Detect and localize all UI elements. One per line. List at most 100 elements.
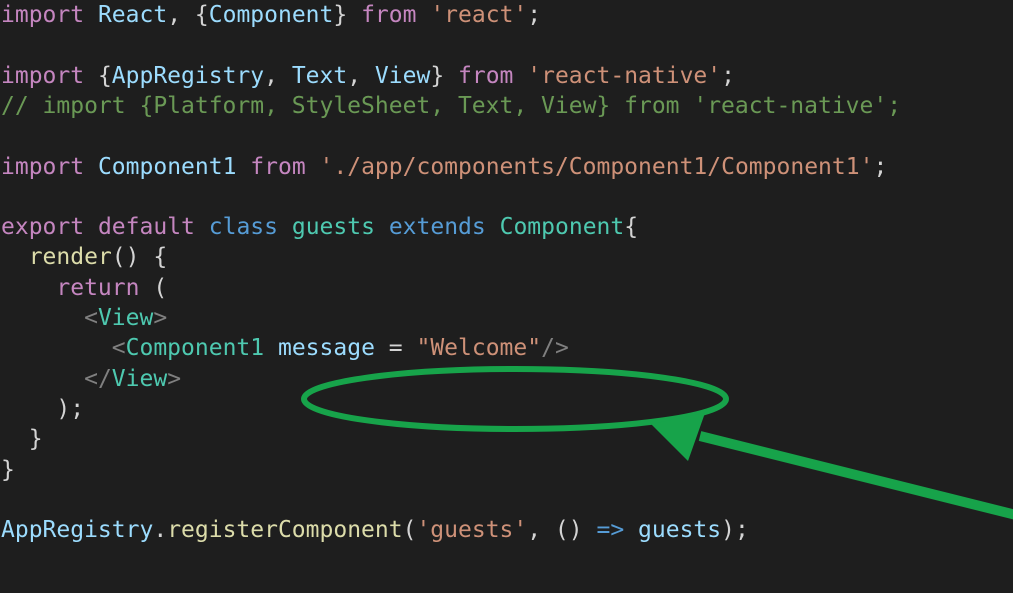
code-token: } [333, 2, 362, 28]
code-line: } [0, 424, 43, 454]
code-token: ; [527, 2, 542, 28]
code-token: return [56, 274, 140, 301]
code-token: extends [388, 214, 486, 241]
code-token: View [111, 365, 168, 392]
code-line: } [0, 455, 15, 485]
code-token: < [84, 305, 98, 331]
code-token: import [1, 62, 85, 89]
code-token: , [264, 62, 292, 89]
code-token: ); [721, 517, 749, 544]
code-token: Component1 [97, 153, 237, 180]
code-token: AppRegistry [111, 62, 265, 89]
code-token: default [97, 214, 195, 241]
code-token: from [361, 2, 417, 28]
code-token: , { [167, 2, 209, 28]
code-token: message [277, 335, 375, 362]
code-token: export [1, 214, 85, 241]
code-token: ; [873, 153, 888, 180]
code-token: ( [139, 274, 168, 301]
code-line: import React, {Component} from 'react'; [0, 0, 541, 30]
code-token: < [111, 335, 126, 362]
code-line: AppRegistry.registerComponent('guests', … [0, 515, 749, 545]
code-line: ); [0, 394, 84, 424]
code-token: } [430, 62, 459, 89]
code-token: { [84, 62, 112, 89]
code-token: . [153, 517, 168, 544]
code-token: = [374, 335, 417, 362]
code-token: () { [111, 244, 168, 271]
code-line: import Component1 from './app/components… [0, 152, 887, 182]
code-token: from [458, 62, 514, 89]
code-token: 'guests' [416, 517, 528, 544]
code-token: guests [638, 517, 722, 544]
code-token: } [1, 456, 15, 483]
code-token: ; [721, 62, 735, 89]
code-token: import [1, 153, 85, 180]
code-token: './app/components/Component1/Component1' [319, 153, 874, 180]
code-token: render [28, 244, 112, 271]
code-line: import {AppRegistry, Text, View} from 'r… [0, 61, 735, 91]
code-token: /> [541, 335, 569, 362]
code-token: ); [1, 395, 85, 422]
code-token: React [97, 2, 168, 28]
code-line: </View> [0, 364, 181, 394]
code-token: Component1 [125, 335, 265, 362]
code-token: 'react-native' [527, 62, 722, 89]
code-token: 'react' [430, 2, 528, 28]
code-token: // import {Platform, StyleSheet, Text, V… [1, 92, 902, 119]
code-line: export default class guests extends Comp… [0, 212, 638, 242]
code-token: guests [291, 214, 375, 241]
code-token: Component [208, 2, 334, 28]
annotation-arrowhead [651, 413, 705, 461]
code-line: render() { [0, 242, 167, 272]
code-line: return ( [0, 273, 167, 303]
code-token: View [374, 62, 431, 89]
code-token: { [624, 214, 639, 241]
code-token: class [208, 214, 278, 241]
code-token: </ [84, 365, 112, 392]
code-token: Text [291, 62, 348, 89]
code-token: import [1, 2, 85, 28]
annotation-ellipse [301, 366, 729, 432]
code-token: , [347, 62, 375, 89]
code-line: <Component1 message = "Welcome"/> [0, 333, 569, 363]
code-token: View [97, 305, 154, 331]
code-token: Component [499, 214, 625, 241]
annotation-arrow-shaft [698, 431, 1013, 520]
code-token: AppRegistry [1, 517, 154, 544]
code-token: "Welcome" [416, 335, 542, 362]
code-token: registerComponent [167, 517, 403, 544]
code-token: } [1, 426, 43, 453]
code-token: , () [527, 517, 597, 544]
code-token: > [167, 365, 182, 392]
code-token: from [250, 153, 306, 180]
code-token: ( [402, 517, 417, 544]
code-line: // import {Platform, StyleSheet, Text, V… [0, 91, 901, 121]
code-line: <View> [0, 303, 167, 333]
code-token: => [596, 517, 625, 544]
code-editor[interactable]: import React, {Component} from 'react'; i… [0, 0, 1013, 593]
code-token: > [153, 305, 168, 331]
